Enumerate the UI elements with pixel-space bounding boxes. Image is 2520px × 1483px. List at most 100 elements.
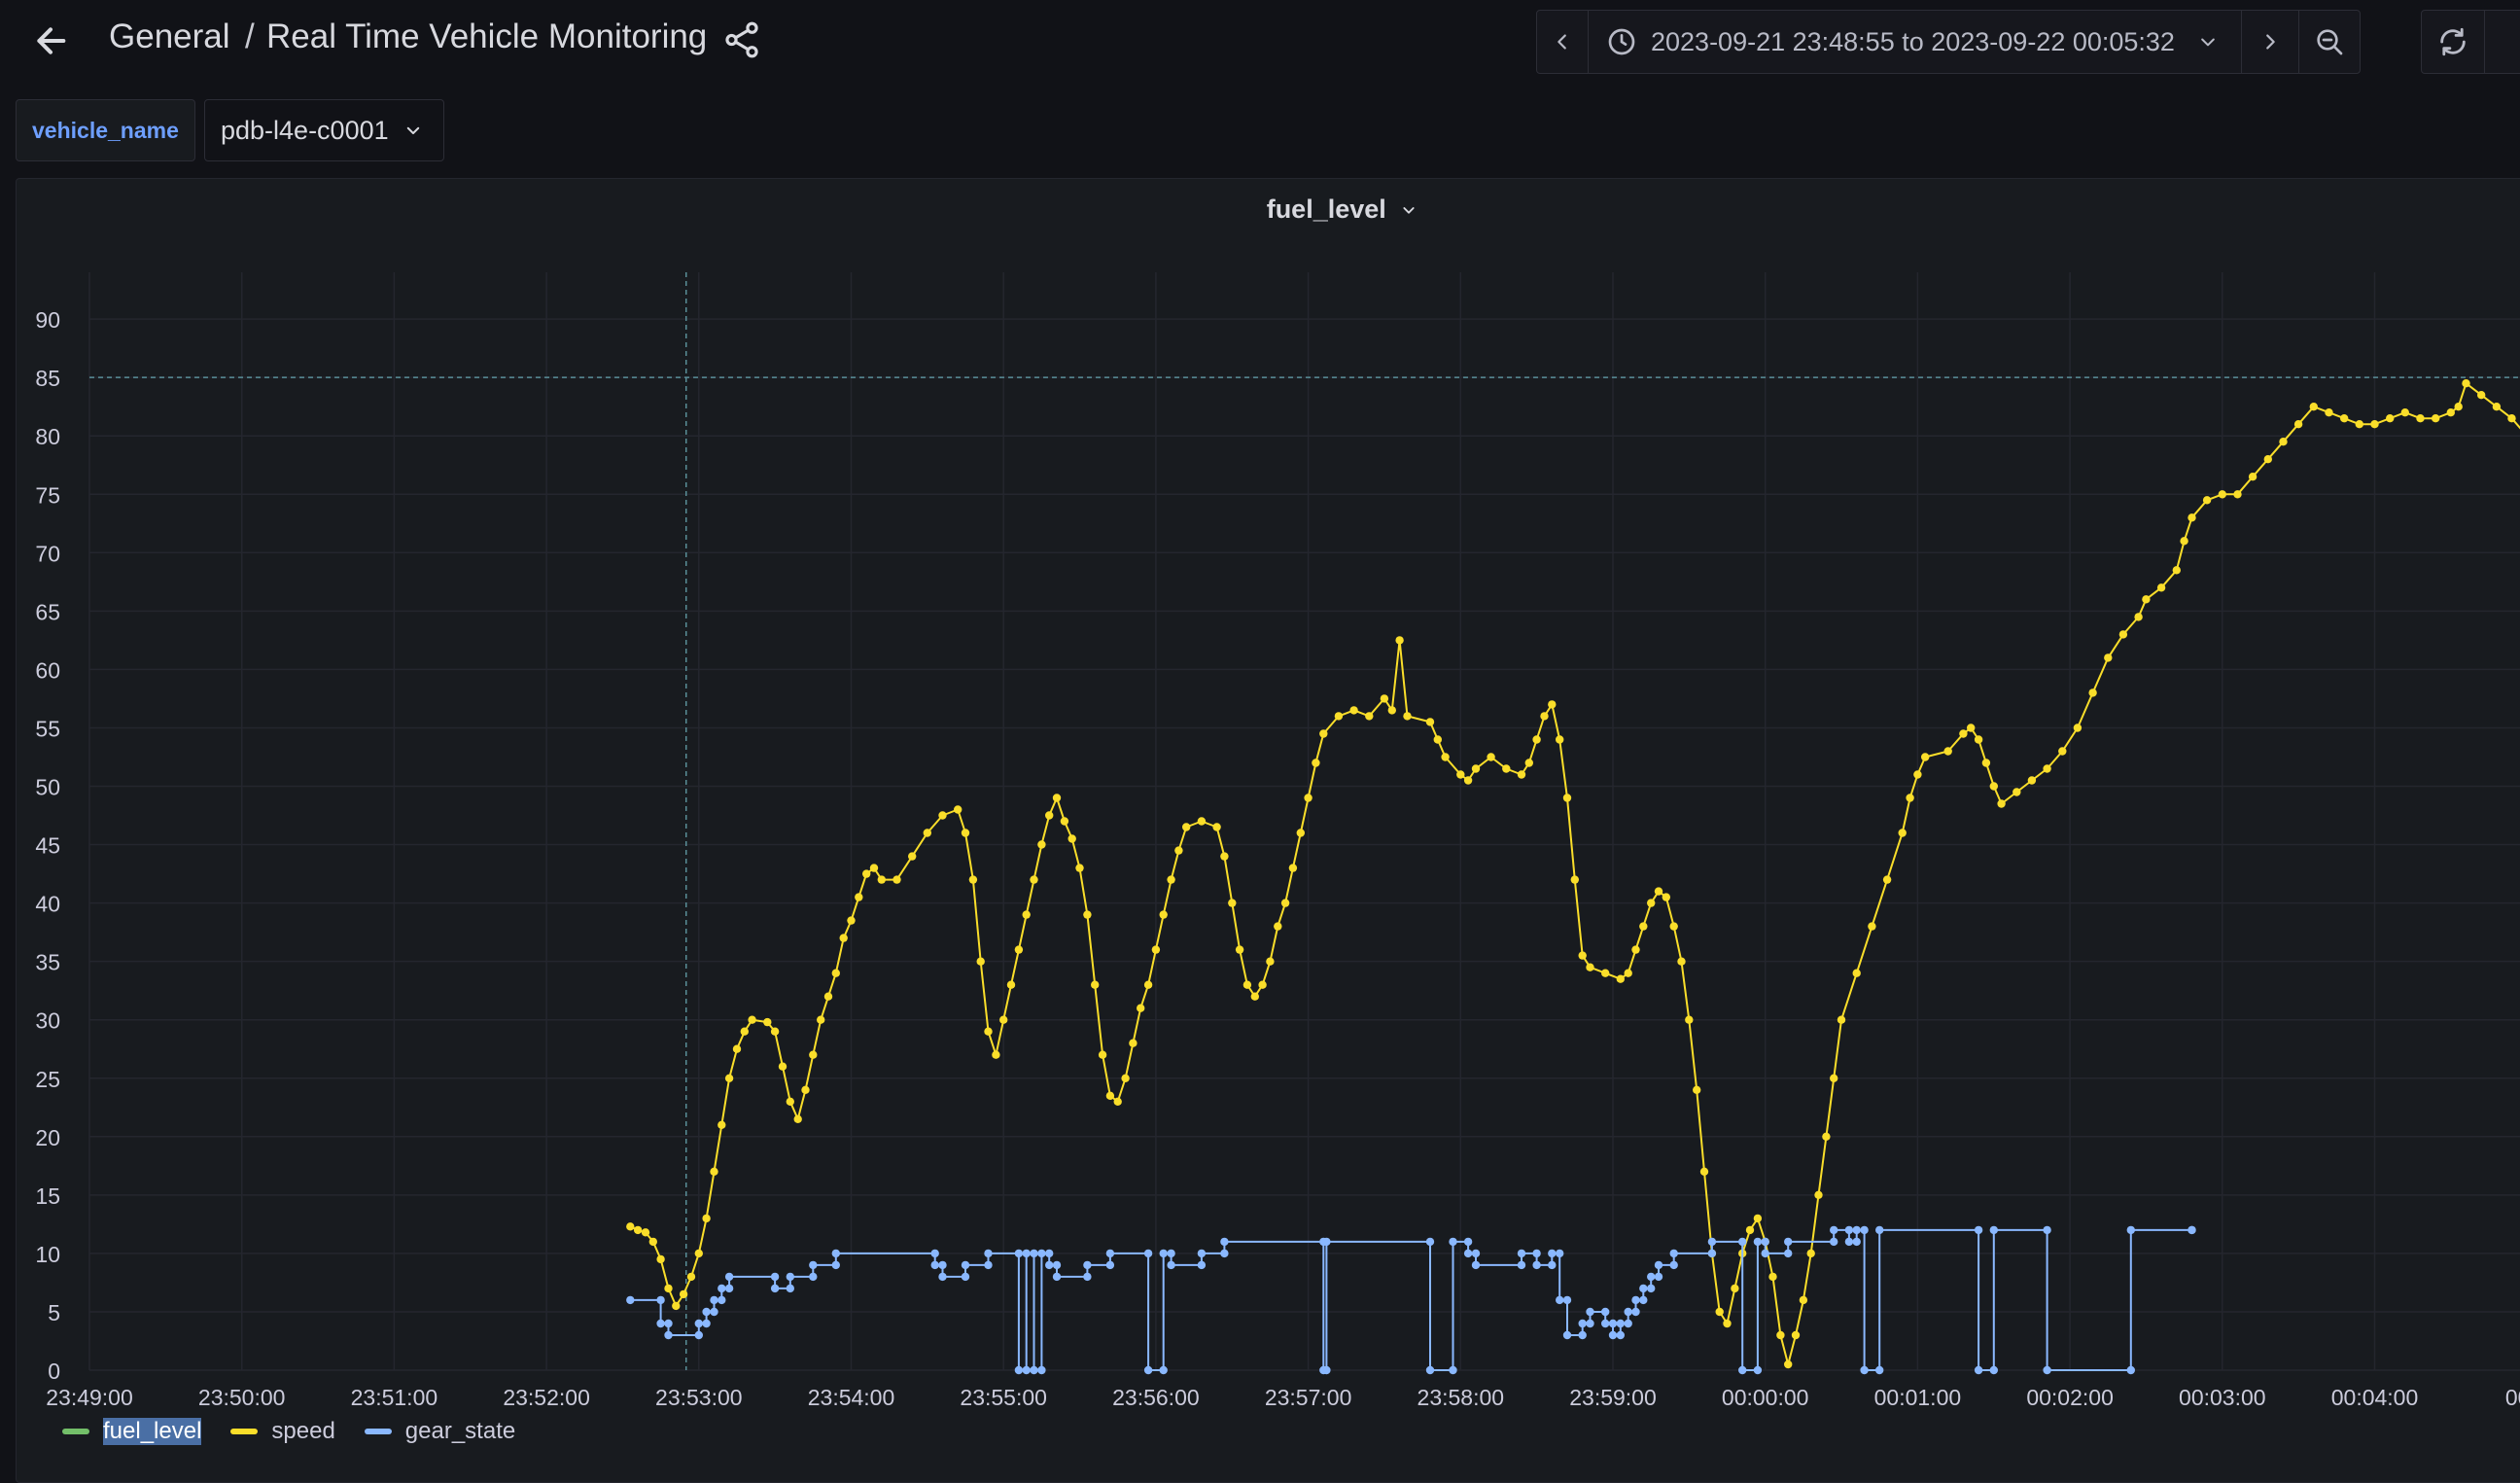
data-point-speed: [984, 1027, 993, 1036]
data-point-speed: [2058, 747, 2067, 756]
data-point-speed: [648, 1237, 657, 1247]
data-point-speed: [1014, 945, 1024, 954]
data-point-speed: [633, 1225, 643, 1235]
data-point-gear_state: [1586, 1319, 1594, 1328]
data-point-speed: [2233, 490, 2242, 499]
x-tick-label: 00:04:00: [2331, 1385, 2419, 1410]
x-tick-label: 00:00:00: [1722, 1385, 1809, 1410]
data-point-gear_state: [664, 1319, 673, 1328]
x-tick-label: 23:57:00: [1265, 1385, 1352, 1410]
data-point-speed: [2400, 408, 2409, 417]
data-point-speed: [892, 875, 901, 884]
data-point-speed: [1753, 1214, 1763, 1223]
data-point-speed: [1631, 945, 1640, 954]
data-point-gear_state: [702, 1319, 711, 1328]
data-point-gear_state: [1624, 1307, 1632, 1317]
data-point-speed: [801, 1085, 810, 1095]
data-point-speed: [1524, 759, 1534, 767]
legend-item-speed[interactable]: speed: [230, 1418, 335, 1445]
data-point-speed: [1159, 910, 1168, 919]
data-point-speed: [1548, 700, 1557, 709]
data-point-gear_state: [1220, 1249, 1229, 1258]
data-point-speed: [1768, 1272, 1777, 1282]
data-point-speed: [1989, 782, 1998, 791]
data-point-gear_state: [961, 1272, 970, 1282]
data-point-speed: [2134, 613, 2143, 621]
series-line-speed: [629, 382, 2520, 1365]
data-point-speed: [1052, 794, 1062, 802]
data-point-speed: [793, 1114, 802, 1124]
data-point-gear_state: [786, 1272, 794, 1282]
data-point-gear_state: [786, 1284, 794, 1293]
series-speed: [626, 379, 2520, 1369]
data-point-speed: [961, 829, 970, 837]
data-point-gear_state: [1639, 1284, 1648, 1293]
y-tick-label: 40: [35, 892, 60, 917]
data-point-gear_state: [1037, 1365, 1046, 1375]
data-point-speed: [2027, 776, 2037, 785]
x-tick-label: 23:58:00: [1418, 1385, 1505, 1410]
data-point-speed: [1715, 1307, 1724, 1317]
data-point-speed: [1098, 1050, 1107, 1059]
data-point-gear_state: [1601, 1319, 1610, 1328]
data-point-gear_state: [2126, 1365, 2135, 1375]
data-point-speed: [1776, 1330, 1785, 1340]
legend-swatch: [364, 1429, 392, 1434]
data-point-gear_state: [694, 1319, 703, 1328]
data-point-speed: [2454, 403, 2463, 411]
data-point-gear_state: [724, 1272, 734, 1282]
data-point-speed: [2263, 455, 2272, 464]
x-tick-label: 23:55:00: [960, 1385, 1047, 1410]
data-point-gear_state: [1989, 1365, 1998, 1375]
legend-label: speed: [271, 1418, 335, 1444]
x-tick-label: 23:50:00: [198, 1385, 286, 1410]
data-point-gear_state: [1875, 1225, 1884, 1235]
data-point-speed: [1487, 753, 1495, 761]
data-point-speed: [2370, 420, 2379, 429]
data-point-gear_state: [1647, 1272, 1656, 1282]
y-tick-label: 30: [35, 1008, 60, 1034]
data-point-gear_state: [1578, 1319, 1587, 1328]
data-point-gear_state: [1844, 1237, 1854, 1247]
x-tick-label: 00:0: [2505, 1385, 2520, 1410]
data-point-gear_state: [770, 1272, 780, 1282]
data-point-gear_state: [1860, 1225, 1869, 1235]
data-point-speed: [2142, 595, 2151, 604]
data-point-speed: [1959, 729, 1968, 738]
data-point-speed: [1654, 887, 1663, 896]
y-tick-label: 10: [35, 1242, 60, 1267]
data-point-gear_state: [1844, 1225, 1854, 1235]
data-point-speed: [1562, 794, 1572, 802]
data-point-speed: [2462, 379, 2470, 388]
data-point-gear_state: [1556, 1295, 1564, 1305]
data-point-speed: [1784, 1359, 1793, 1369]
data-point-gear_state: [1517, 1260, 1526, 1270]
data-point-speed: [1647, 899, 1656, 907]
data-point-gear_state: [1761, 1249, 1769, 1258]
data-point-speed: [1913, 770, 1922, 779]
data-point-speed: [877, 875, 886, 884]
legend-swatch: [62, 1429, 89, 1434]
data-point-speed: [702, 1214, 711, 1223]
data-point-gear_state: [1753, 1365, 1763, 1375]
x-tick-label: 00:01:00: [1874, 1385, 1962, 1410]
data-point-speed: [778, 1062, 788, 1071]
data-point-speed: [1083, 910, 1092, 919]
data-point-gear_state: [1052, 1272, 1062, 1282]
legend-item-fuel_level[interactable]: fuel_level: [62, 1418, 202, 1445]
data-point-speed: [1288, 864, 1298, 872]
x-tick-label: 23:53:00: [655, 1385, 743, 1410]
data-point-gear_state: [2043, 1365, 2051, 1375]
legend-item-gear_state[interactable]: gear_state: [364, 1418, 515, 1445]
legend-swatch: [230, 1429, 259, 1434]
data-point-speed: [672, 1301, 681, 1311]
data-point-gear_state: [1631, 1295, 1640, 1305]
time-series-chart[interactable]: 0 5 10 15 20 25 30 35 40 45 50 55 60 65 70 75 80 85 90 23:4…: [0, 0, 2520, 1478]
data-point-gear_state: [1167, 1249, 1175, 1258]
data-point-gear_state: [1014, 1365, 1024, 1375]
data-point-gear_state: [1052, 1260, 1062, 1270]
data-point-gear_state: [2043, 1225, 2051, 1235]
data-point-speed: [1266, 957, 1275, 966]
x-tick-label: 23:52:00: [503, 1385, 590, 1410]
data-point-gear_state: [1974, 1225, 1983, 1235]
